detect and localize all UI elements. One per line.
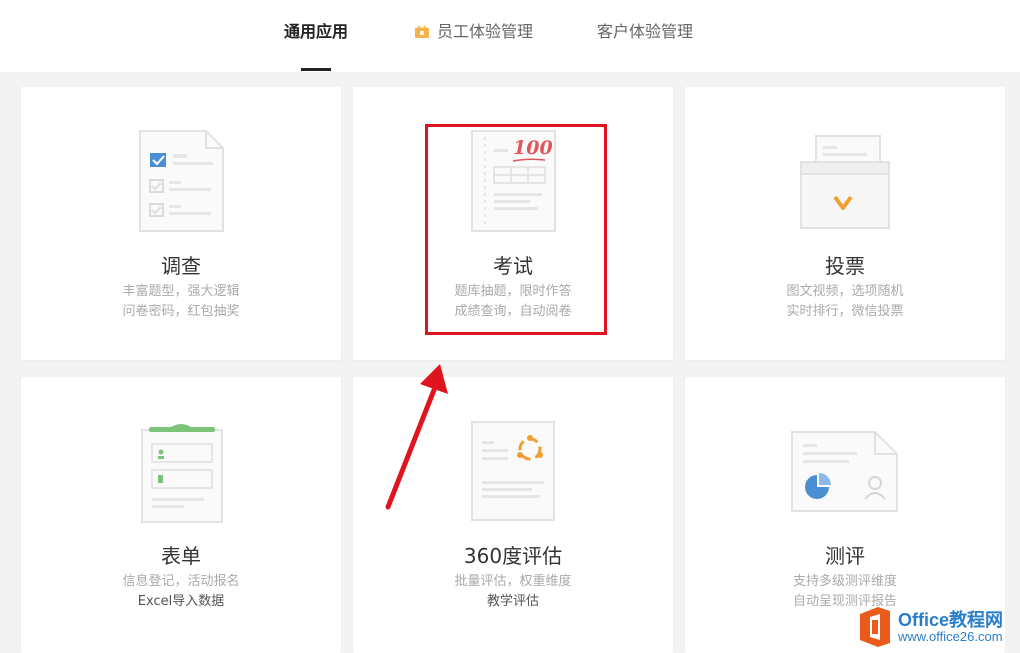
card-description-line2: 教学评估 [486,594,539,609]
card-description-line1: 丰富题型，强大逻辑 [122,284,240,299]
card-description-line2: 问卷密码，红包抽奖 [122,304,240,319]
active-tab-indicator [301,68,331,71]
card-survey[interactable]: 调查 丰富题型，强大逻辑 问卷密码，红包抽奖 [21,87,341,360]
card-description-line1: 批量评估，权重维度 [454,574,572,589]
card-description-line2: Excel导入数据 [137,594,225,609]
survey-icon [139,130,224,232]
card-title: 投票 [825,254,865,278]
card-title: 360度评估 [463,544,563,568]
crown-badge-icon [415,25,429,38]
form-icon [141,424,223,523]
card-description-line1: 支持多级测评维度 [792,574,897,589]
tab-general-apps[interactable]: 通用应用 [284,20,348,44]
watermark: Office教程网 www.office26.com [856,603,1020,653]
card-description-line1: 图文视频，选项随机 [786,284,904,299]
vote-icon [800,135,890,229]
card-vote[interactable]: 投票 图文视频，选项随机 实时排行，微信投票 [685,87,1005,360]
watermark-url: www.office26.com [898,629,1003,644]
card-title: 测评 [825,544,865,568]
card-form[interactable]: 表单 信息登记，活动报名 Excel导入数据 [21,377,341,653]
tab-employee-experience[interactable]: 员工体验管理 [437,20,533,44]
card-description-line1: 信息登记，活动报名 [122,574,240,589]
card-title: 调查 [161,254,201,278]
highlight-box [425,124,607,335]
card-title: 表单 [161,544,201,568]
assessment-icon [791,431,898,512]
red-arrow-icon [385,364,448,510]
tab-customer-experience[interactable]: 客户体验管理 [597,20,693,44]
card-description-line2: 实时排行，微信投票 [786,304,904,319]
office-logo-icon [860,607,890,647]
top-tab-bar: 通用应用 员工体验管理 客户体验管理 [0,0,1020,72]
